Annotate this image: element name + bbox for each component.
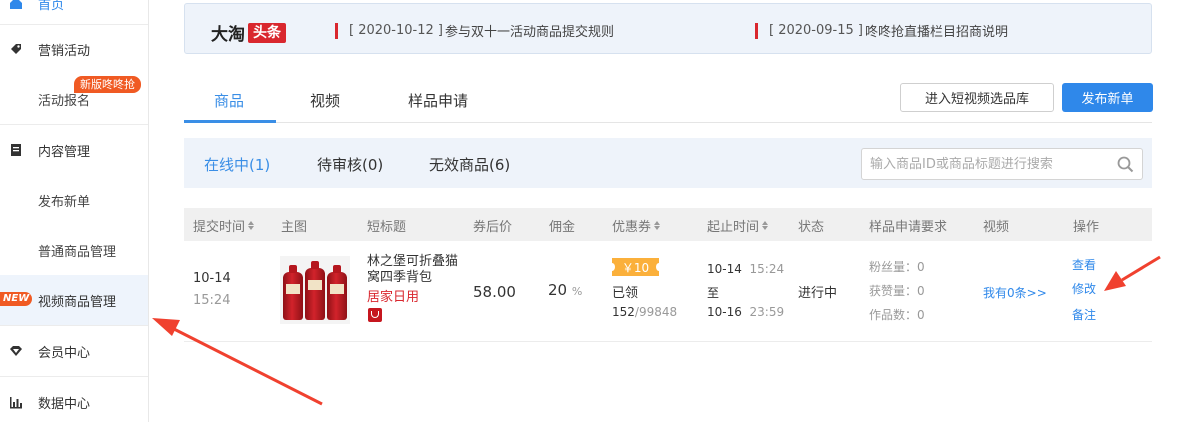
end-time: 10-16 23:59 xyxy=(707,305,785,319)
view-link[interactable]: 查看 xyxy=(1072,256,1096,273)
sidebar-item-member[interactable]: 会员中心 xyxy=(0,338,148,364)
sidebar-item-label: 首页 xyxy=(38,0,65,13)
price: 58.00 xyxy=(473,283,516,301)
period-to: 至 xyxy=(707,286,720,300)
search-input[interactable] xyxy=(862,149,1102,179)
th-price: 券后价 xyxy=(473,220,513,235)
table-row: 10-14 15:24 林之堡可折叠猫 窝四季背包 居家日用 58.00 20 … xyxy=(184,241,1152,342)
sidebar-item-label: 发布新单 xyxy=(38,194,91,210)
th-coupon[interactable]: 优惠券 xyxy=(612,216,661,235)
th-actions: 操作 xyxy=(1073,220,1100,235)
video-link[interactable]: 我有0条>> xyxy=(983,284,1047,301)
th-sample-req: 样品申请要求 xyxy=(869,220,948,235)
subtab-online[interactable]: 在线中(1) xyxy=(204,154,270,175)
notice-bar: 大淘 头条 [ 2020-10-12 ] 参与双十一活动商品提交规则 [ 202… xyxy=(184,3,1152,54)
sidebar-item-data[interactable]: 数据中心 xyxy=(0,389,148,415)
submit-time: 15:24 xyxy=(193,293,231,308)
search-icon[interactable] xyxy=(1117,156,1134,177)
tag-icon xyxy=(8,41,24,57)
note-link[interactable]: 备注 xyxy=(1072,306,1096,323)
tab-sample[interactable]: 样品申请 xyxy=(408,90,468,111)
th-title: 短标题 xyxy=(367,220,407,235)
sort-icon xyxy=(762,221,769,230)
document-icon xyxy=(8,142,24,158)
tab-goods[interactable]: 商品 xyxy=(214,90,244,111)
table-header: 提交时间 主图 短标题 券后价 佣金 优惠券 起止时间 状态 样品申请要求 视频… xyxy=(184,208,1152,241)
sidebar-item-home[interactable]: 首页 xyxy=(0,0,148,14)
req-works: 作品数：0 xyxy=(869,308,925,322)
th-image: 主图 xyxy=(281,220,308,235)
bar-chart-icon xyxy=(8,394,24,410)
shop-icon xyxy=(368,308,382,322)
th-period[interactable]: 起止时间 xyxy=(707,216,769,235)
hot-badge: 新版咚咚抢 xyxy=(74,76,141,93)
sort-icon xyxy=(248,221,255,230)
edit-link[interactable]: 修改 xyxy=(1072,280,1096,297)
sort-icon xyxy=(654,221,661,230)
headline-logo: 大淘 头条 xyxy=(211,20,286,45)
sidebar-item-publish[interactable]: 发布新单 xyxy=(0,187,148,213)
req-likes: 获赞量：0 xyxy=(869,284,925,298)
diamond-icon xyxy=(8,343,24,359)
sidebar-item-label: 内容管理 xyxy=(38,144,91,160)
req-fans: 粉丝量：0 xyxy=(869,260,925,274)
notice-item[interactable]: [ 2020-10-12 ] 参与双十一活动商品提交规则 xyxy=(335,21,614,40)
home-icon xyxy=(8,0,24,11)
publish-button[interactable]: 发布新单 xyxy=(1062,83,1153,112)
sidebar-item-content[interactable]: 内容管理 xyxy=(0,137,148,163)
coupon-status: 已领 xyxy=(612,286,639,301)
coupon-badge: ￥10 xyxy=(609,258,662,276)
start-time: 10-14 15:24 xyxy=(707,262,785,276)
active-tab-indicator xyxy=(184,120,276,123)
product-title-line2[interactable]: 窝四季背包 xyxy=(367,266,432,285)
product-category: 居家日用 xyxy=(367,290,420,305)
sidebar-item-label: 普通商品管理 xyxy=(38,244,117,260)
coupon-usage: 152/99848 xyxy=(612,305,678,319)
status-tabs: 在线中(1) 待审核(0) 无效商品(6) xyxy=(184,138,1152,188)
submit-date: 10-14 xyxy=(193,271,231,286)
product-image[interactable] xyxy=(280,256,350,324)
th-video: 视频 xyxy=(983,220,1010,235)
subtab-pending[interactable]: 待审核(0) xyxy=(317,154,383,175)
subtab-invalid[interactable]: 无效商品(6) xyxy=(429,154,510,175)
sidebar-item-marketing[interactable]: 营销活动 xyxy=(0,36,148,62)
tab-video[interactable]: 视频 xyxy=(310,90,340,111)
sidebar-item-label: 视频商品管理 xyxy=(38,294,117,310)
notice-item[interactable]: [ 2020-09-15 ] 咚咚抢直播栏目招商说明 xyxy=(755,21,1008,40)
sidebar-item-label: 营销活动 xyxy=(38,43,91,59)
th-commission: 佣金 xyxy=(549,220,576,235)
sidebar: 首页 营销活动 活动报名 新版咚咚抢 内容管理 发布新单 普通商品管理 视频商品… xyxy=(0,0,149,422)
new-badge: NEW xyxy=(0,292,33,306)
sidebar-item-label: 会员中心 xyxy=(38,345,91,361)
video-library-button[interactable]: 进入短视频选品库 xyxy=(900,83,1054,112)
th-submit-time[interactable]: 提交时间 xyxy=(193,216,255,235)
th-status: 状态 xyxy=(798,220,825,235)
status-text: 进行中 xyxy=(798,286,838,301)
search-box xyxy=(861,148,1143,180)
sidebar-item-label: 数据中心 xyxy=(38,396,91,412)
sidebar-item-normal-goods[interactable]: 普通商品管理 xyxy=(0,237,148,263)
commission: 20 % xyxy=(548,281,583,299)
